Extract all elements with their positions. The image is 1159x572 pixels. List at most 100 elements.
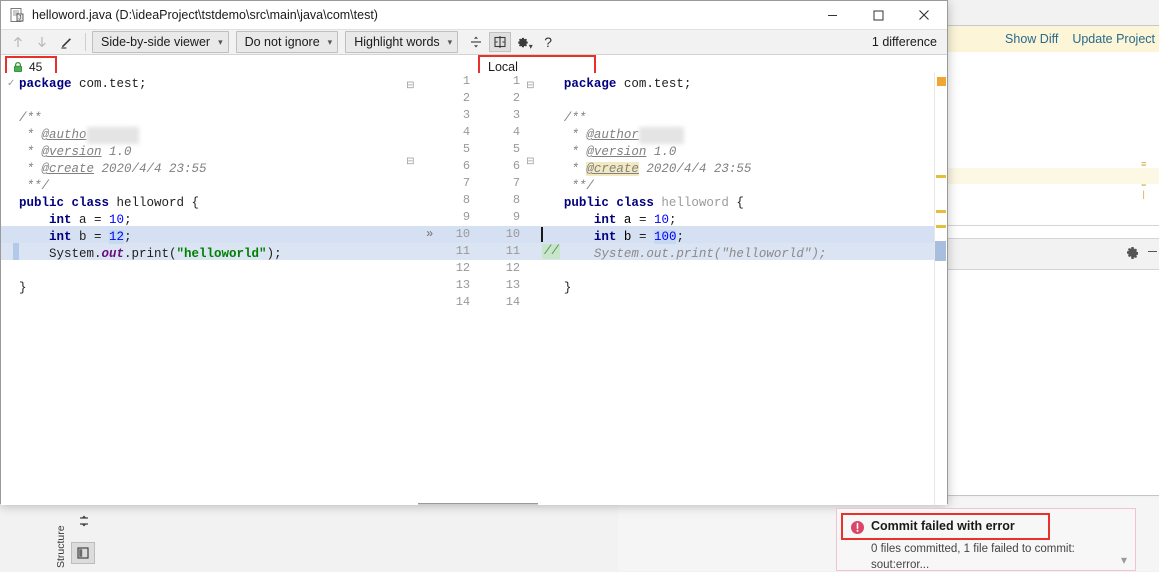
- code-line: * @version 1.0: [19, 145, 132, 159]
- settings-gear-icon[interactable]: ▾: [513, 32, 535, 52]
- code-line: public class helloword {: [563, 196, 744, 210]
- dialog-title: helloword.java (D:\ideaProject\tstdemo\s…: [32, 8, 378, 22]
- line-number: 6: [462, 159, 471, 173]
- line-number: 12: [455, 261, 471, 275]
- viewer-mode-dropdown[interactable]: Side-by-side viewer ▾: [92, 31, 229, 53]
- chevron-down-icon: ▾: [528, 41, 533, 51]
- update-project-link[interactable]: Update Project: [1072, 32, 1155, 46]
- left-code-text: package com.test; /** * @author xxxx * @…: [19, 76, 282, 314]
- code-line: int b = 12;: [49, 230, 132, 244]
- ignore-policy-dropdown[interactable]: Do not ignore ▾: [235, 31, 339, 53]
- code-line: * @author xxxx: [564, 127, 827, 144]
- code-line: int a = 10;: [593, 213, 677, 227]
- line-number: 13: [455, 278, 471, 292]
- line-number: 5: [462, 142, 471, 156]
- structure-tool-tab[interactable]: Structure: [42, 502, 67, 570]
- code-line: /**: [563, 111, 587, 125]
- right-code-text: package com.test; /** * @author xxxx * @…: [564, 76, 827, 314]
- left-line-numbers: 1 2 3 4 5 6 7 8 9 10 11 12 13 14: [430, 73, 470, 311]
- error-detail-line-2[interactable]: sout:error...: [871, 559, 929, 571]
- line-number: 8: [512, 193, 521, 207]
- line-number: 9: [462, 210, 471, 224]
- line-number: 2: [512, 91, 521, 105]
- line-number: 7: [462, 176, 471, 190]
- line-number: 13: [505, 278, 521, 292]
- help-button[interactable]: ?: [537, 32, 559, 52]
- edit-source-pencil-icon[interactable]: [55, 32, 77, 52]
- comment-slashes: //: [543, 244, 559, 258]
- structure-tool-tab-label: Structure: [55, 525, 67, 568]
- code-line: * @create 2020/4/4 23:55: [19, 162, 207, 176]
- expand-collapse-icon[interactable]: [72, 510, 96, 532]
- close-button[interactable]: [901, 1, 947, 29]
- scroll-marker-warning-1: [936, 175, 947, 178]
- chevron-down-icon: ▾: [218, 36, 223, 47]
- toolbar-separator: [85, 33, 86, 51]
- line-number: 10: [505, 227, 521, 241]
- left-pane-revision-number: 45: [29, 59, 43, 74]
- synchronize-scroll-icon[interactable]: [489, 32, 512, 52]
- left-diff-pane[interactable]: ✓ package com.test; /** * @author xxxx *…: [1, 73, 419, 505]
- scroll-marker-change: [935, 241, 947, 261]
- line-number: 4: [462, 125, 471, 139]
- line-number: 1: [462, 74, 471, 88]
- line-number: 9: [512, 210, 521, 224]
- structure-icon[interactable]: [71, 542, 95, 564]
- ide-bottom-left-panel: [66, 498, 619, 571]
- chevron-down-icon: ▾: [447, 36, 453, 47]
- scroll-marker-warning-2: [936, 210, 947, 213]
- maximize-button[interactable]: [855, 1, 901, 29]
- right-pane-title: Local: [488, 60, 518, 74]
- previous-difference-icon[interactable]: [7, 32, 29, 52]
- ignore-policy-label: Do not ignore: [244, 35, 320, 49]
- error-title: Commit failed with error: [871, 519, 1015, 533]
- gear-icon[interactable]: [1124, 245, 1140, 261]
- vcs-notification-links: Show Diff Update Project: [1005, 26, 1159, 52]
- code-line: System.out.print("helloworld");: [563, 247, 827, 261]
- error-notification-popup[interactable]: Commit failed with error 0 files committ…: [836, 508, 1136, 571]
- code-line: package com.test;: [19, 77, 147, 91]
- fold-marker-icon[interactable]: ✓: [7, 78, 15, 90]
- right-line-numbers: 1 2 3 4 5 6 7 8 9 10 11 12 13 14: [480, 73, 520, 311]
- diff-dialog-window: J helloword.java (D:\ideaProject\tstdemo…: [0, 0, 948, 505]
- line-number: 14: [505, 295, 521, 309]
- line-number: 10: [455, 227, 471, 241]
- dialog-titlebar: J helloword.java (D:\ideaProject\tstdemo…: [1, 1, 947, 29]
- highlight-mode-dropdown[interactable]: Highlight words ▾: [345, 31, 459, 53]
- code-line: **/: [19, 179, 50, 193]
- line-number: 8: [462, 193, 471, 207]
- line-number: 1: [512, 74, 521, 88]
- line-number: 4: [512, 125, 521, 139]
- ide-splitter: [948, 225, 1159, 226]
- code-line: public class helloword {: [19, 196, 200, 210]
- window-controls: [809, 1, 947, 29]
- highlight-mode-label: Highlight words: [354, 35, 440, 49]
- lock-icon: [12, 61, 24, 73]
- next-difference-icon[interactable]: [31, 32, 53, 52]
- error-detail-line-1: 0 files committed, 1 file failed to comm…: [871, 543, 1075, 555]
- code-line: * @create 2020/4/4 23:55: [563, 162, 752, 176]
- code-line: * @version 1.0: [563, 145, 677, 159]
- chevron-down-icon[interactable]: ▾: [1121, 553, 1127, 567]
- diff-scrollbar-markers[interactable]: [934, 73, 948, 505]
- line-number: 12: [505, 261, 521, 275]
- minimize-icon[interactable]: [1148, 251, 1157, 252]
- line-number: 14: [455, 295, 471, 309]
- line-number: 3: [462, 108, 471, 122]
- code-line: int a = 10;: [49, 213, 132, 227]
- collapse-unchanged-icon[interactable]: [465, 32, 487, 52]
- difference-count-label: 1 difference: [871, 35, 937, 49]
- code-line: **/: [563, 179, 594, 193]
- show-diff-link[interactable]: Show Diff: [1005, 32, 1058, 46]
- diff-line-number-gutter: » 1 2 3 4 5 6 7 8 9 10 11 12 13 14 1 2 3 4 5 6 7 8 9 10 11 12 13 1…: [418, 73, 539, 503]
- code-line: * @author xxxx: [19, 127, 282, 144]
- minimize-button[interactable]: [809, 1, 855, 29]
- viewer-mode-label: Side-by-side viewer: [101, 35, 211, 49]
- right-diff-pane[interactable]: // package com.test; /** * @author xxxx …: [537, 73, 948, 505]
